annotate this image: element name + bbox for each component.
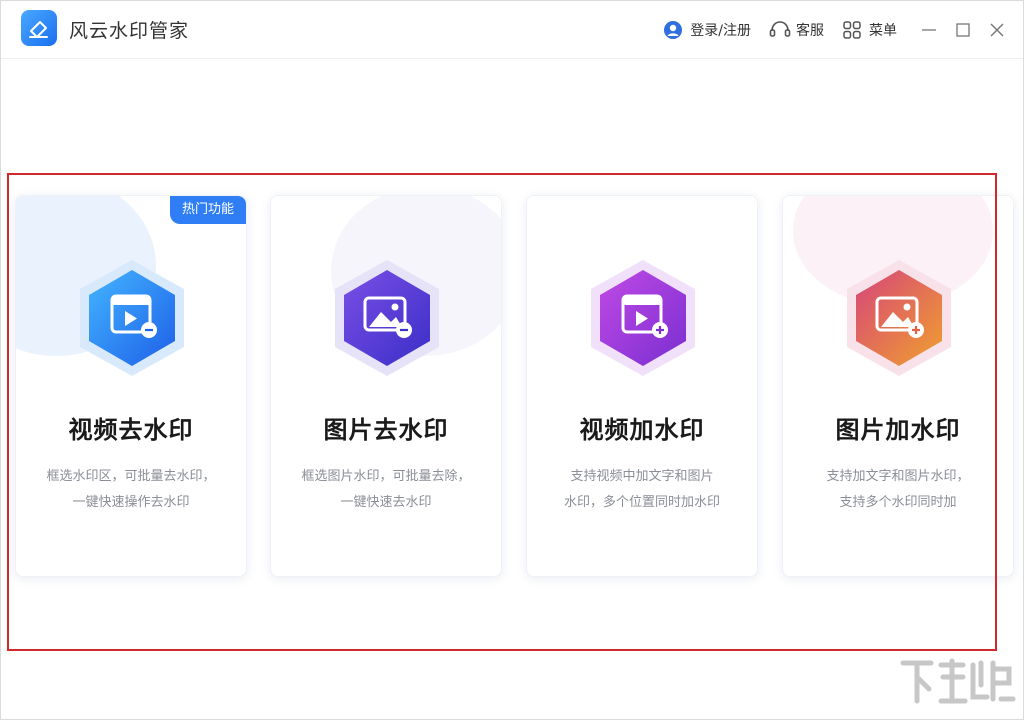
app-logo (21, 10, 57, 46)
service-label: 客服 (796, 23, 824, 39)
close-icon (990, 23, 1004, 37)
maximize-icon (956, 23, 970, 37)
title-bar: 风云水印管家 登录/注册 客服 菜单 (1, 1, 1023, 59)
minimize-button[interactable] (919, 20, 939, 40)
user-icon (663, 20, 683, 40)
maximize-button[interactable] (953, 20, 973, 40)
grid-menu-icon (842, 20, 862, 40)
app-title: 风云水印管家 (69, 20, 190, 42)
login-label: 登录/注册 (690, 23, 751, 39)
annotation-highlight-box (7, 173, 997, 651)
app-window: 风云水印管家 登录/注册 客服 菜单 热门功能 视频去水印 框选水印区，可批量去… (0, 0, 1024, 720)
login-button[interactable]: 登录/注册 (663, 20, 751, 40)
customer-service-button[interactable]: 客服 (769, 20, 824, 40)
headset-icon (769, 20, 791, 40)
menu-label: 菜单 (869, 23, 897, 39)
close-button[interactable] (987, 20, 1007, 40)
minimize-icon (922, 29, 936, 31)
watermark-logo (897, 655, 1017, 715)
menu-button[interactable]: 菜单 (842, 20, 897, 40)
